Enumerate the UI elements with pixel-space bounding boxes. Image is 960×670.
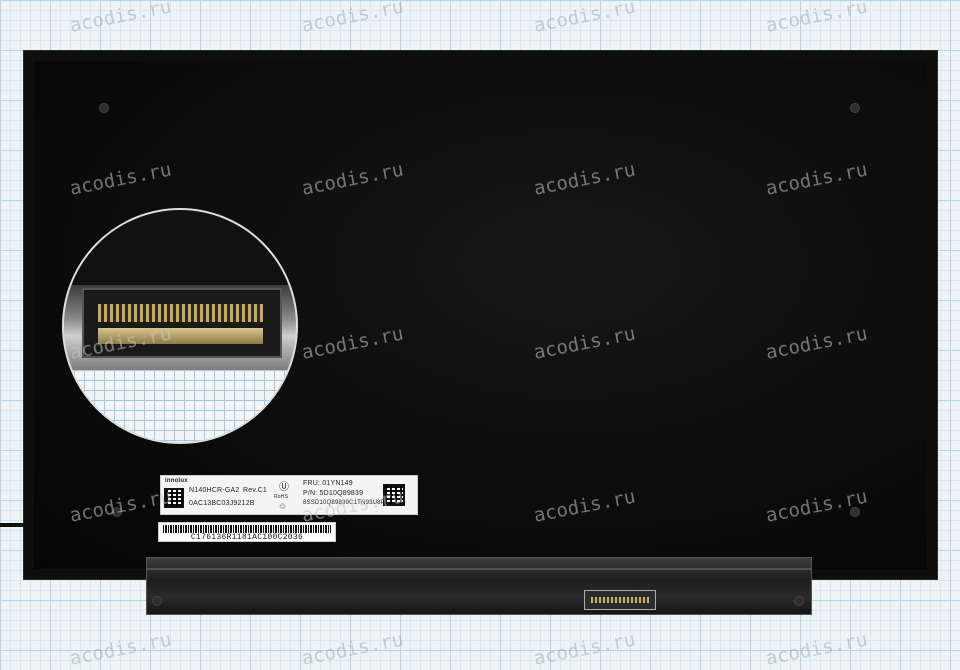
fru-number: FRU: 01YN149: [303, 480, 353, 487]
brand-logo: innolux: [165, 478, 188, 484]
mounting-hole-top-left: [99, 103, 109, 113]
recycle-icon: ♲: [279, 502, 287, 511]
watermark-text: acodis.ru: [67, 628, 174, 670]
mounting-hole-top-right: [850, 103, 860, 113]
watermark-text: acodis.ru: [299, 0, 406, 37]
connector-zoom-inset: [62, 208, 298, 444]
tape-hole-left: [152, 596, 162, 606]
watermark-text: acodis.ru: [531, 0, 638, 37]
revision-text: Rev.C1: [243, 487, 268, 494]
flex-cable-tape: [146, 557, 812, 615]
edp-connector: [584, 590, 656, 610]
model-number: N140HCR-GA2: [189, 487, 240, 494]
watermark-text: acodis.ru: [531, 628, 638, 670]
serial-number: 0AC13BC03J9212B: [189, 500, 255, 507]
tape-hole-right: [794, 596, 804, 606]
connector-pins: [98, 304, 263, 322]
ul-cert-icon: Ⓤ: [279, 482, 289, 493]
rohs-mark: RoHS: [274, 494, 289, 500]
barcode-number: C176136R1181AC100C2036: [190, 533, 304, 542]
watermark-text: acodis.ru: [299, 628, 406, 670]
watermark-text: acodis.ru: [67, 0, 174, 37]
watermark-text: acodis.ru: [763, 0, 870, 37]
watermark-text: acodis.ru: [763, 628, 870, 670]
zoom-panel-edge: [64, 210, 296, 285]
panel-side-cable: [0, 523, 24, 527]
